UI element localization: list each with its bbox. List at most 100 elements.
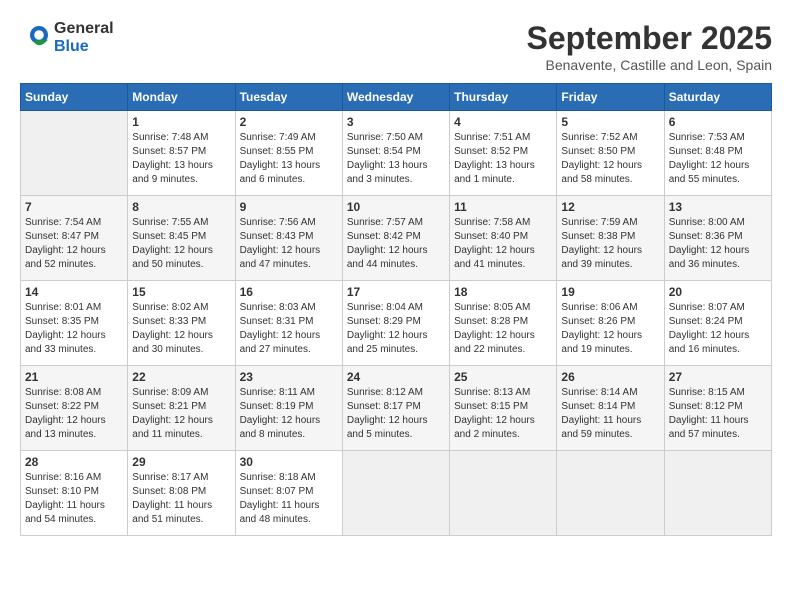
header-cell-sunday: Sunday	[21, 84, 128, 111]
day-number: 1	[132, 115, 230, 129]
day-info: Sunrise: 8:07 AM Sunset: 8:24 PM Dayligh…	[669, 301, 767, 357]
calendar-cell: 17 Sunrise: 8:04 AM Sunset: 8:29 PM Dayli…	[342, 281, 449, 366]
day-number: 16	[240, 285, 338, 299]
day-number: 3	[347, 115, 445, 129]
calendar-cell: 29 Sunrise: 8:17 AM Sunset: 8:08 PM Dayli…	[128, 451, 235, 536]
calendar-cell: 27Sunrise: 8:15 AM Sunset: 8:12 PM Dayli…	[664, 366, 771, 451]
calendar-cell	[342, 451, 449, 536]
calendar-cell: 6 Sunrise: 7:53 AM Sunset: 8:48 PM Daylig…	[664, 111, 771, 196]
calendar-cell: 22 Sunrise: 8:09 AM Sunset: 8:21 PM Dayli…	[128, 366, 235, 451]
day-info: Sunrise: 8:01 AM Sunset: 8:35 PM Dayligh…	[25, 301, 123, 357]
day-number: 14	[25, 285, 123, 299]
day-info: Sunrise: 8:17 AM Sunset: 8:08 PM Dayligh…	[132, 471, 230, 527]
day-info: Sunrise: 7:55 AM Sunset: 8:45 PM Dayligh…	[132, 216, 230, 272]
day-number: 22	[132, 370, 230, 384]
day-number: 25	[454, 370, 552, 384]
calendar-cell: 14 Sunrise: 8:01 AM Sunset: 8:35 PM Dayli…	[21, 281, 128, 366]
calendar-cell: 16 Sunrise: 8:03 AM Sunset: 8:31 PM Dayli…	[235, 281, 342, 366]
calendar-cell: 9Sunrise: 7:56 AM Sunset: 8:43 PM Daylig…	[235, 196, 342, 281]
header-row: SundayMondayTuesdayWednesdayThursdayFrid…	[21, 84, 772, 111]
page-header: General Blue September 2025 Benavente, C…	[20, 20, 772, 73]
calendar-cell: 11 Sunrise: 7:58 AM Sunset: 8:40 PM Dayli…	[450, 196, 557, 281]
day-info: Sunrise: 8:08 AM Sunset: 8:22 PM Dayligh…	[25, 386, 123, 442]
logo: General Blue	[20, 20, 114, 55]
calendar-cell: 10Sunrise: 7:57 AM Sunset: 8:42 PM Dayli…	[342, 196, 449, 281]
day-info: Sunrise: 8:14 AM Sunset: 8:14 PM Dayligh…	[561, 386, 659, 442]
calendar-cell	[450, 451, 557, 536]
calendar-header: SundayMondayTuesdayWednesdayThursdayFrid…	[21, 84, 772, 111]
calendar-cell: 7Sunrise: 7:54 AM Sunset: 8:47 PM Daylig…	[21, 196, 128, 281]
calendar-cell	[557, 451, 664, 536]
calendar-row-0: 1 Sunrise: 7:48 AM Sunset: 8:57 PM Daylig…	[21, 111, 772, 196]
header-cell-wednesday: Wednesday	[342, 84, 449, 111]
day-info: Sunrise: 8:00 AM Sunset: 8:36 PM Dayligh…	[669, 216, 767, 272]
day-info: Sunrise: 8:06 AM Sunset: 8:26 PM Dayligh…	[561, 301, 659, 357]
calendar-title: September 2025	[527, 20, 772, 57]
calendar-row-1: 7Sunrise: 7:54 AM Sunset: 8:47 PM Daylig…	[21, 196, 772, 281]
day-number: 6	[669, 115, 767, 129]
day-info: Sunrise: 7:58 AM Sunset: 8:40 PM Dayligh…	[454, 216, 552, 272]
day-number: 7	[25, 200, 123, 214]
header-cell-tuesday: Tuesday	[235, 84, 342, 111]
calendar-cell	[664, 451, 771, 536]
day-info: Sunrise: 8:05 AM Sunset: 8:28 PM Dayligh…	[454, 301, 552, 357]
day-info: Sunrise: 7:49 AM Sunset: 8:55 PM Dayligh…	[240, 131, 338, 187]
day-number: 5	[561, 115, 659, 129]
day-info: Sunrise: 7:53 AM Sunset: 8:48 PM Dayligh…	[669, 131, 767, 187]
day-info: Sunrise: 7:48 AM Sunset: 8:57 PM Dayligh…	[132, 131, 230, 187]
day-number: 18	[454, 285, 552, 299]
calendar-body: 1 Sunrise: 7:48 AM Sunset: 8:57 PM Daylig…	[21, 111, 772, 536]
calendar-cell: 15 Sunrise: 8:02 AM Sunset: 8:33 PM Dayli…	[128, 281, 235, 366]
day-number: 17	[347, 285, 445, 299]
calendar-cell: 23Sunrise: 8:11 AM Sunset: 8:19 PM Dayli…	[235, 366, 342, 451]
day-number: 13	[669, 200, 767, 214]
calendar-table: SundayMondayTuesdayWednesdayThursdayFrid…	[20, 83, 772, 536]
day-info: Sunrise: 7:51 AM Sunset: 8:52 PM Dayligh…	[454, 131, 552, 187]
calendar-cell: 8 Sunrise: 7:55 AM Sunset: 8:45 PM Daylig…	[128, 196, 235, 281]
calendar-row-4: 28 Sunrise: 8:16 AM Sunset: 8:10 PM Dayli…	[21, 451, 772, 536]
day-number: 11	[454, 200, 552, 214]
calendar-cell: 4 Sunrise: 7:51 AM Sunset: 8:52 PM Daylig…	[450, 111, 557, 196]
day-info: Sunrise: 8:18 AM Sunset: 8:07 PM Dayligh…	[240, 471, 338, 527]
day-number: 4	[454, 115, 552, 129]
day-number: 15	[132, 285, 230, 299]
calendar-cell: 30Sunrise: 8:18 AM Sunset: 8:07 PM Dayli…	[235, 451, 342, 536]
calendar-cell: 21Sunrise: 8:08 AM Sunset: 8:22 PM Dayli…	[21, 366, 128, 451]
calendar-cell: 24 Sunrise: 8:12 AM Sunset: 8:17 PM Dayli…	[342, 366, 449, 451]
calendar-cell: 26 Sunrise: 8:14 AM Sunset: 8:14 PM Dayli…	[557, 366, 664, 451]
day-number: 8	[132, 200, 230, 214]
day-info: Sunrise: 8:02 AM Sunset: 8:33 PM Dayligh…	[132, 301, 230, 357]
day-info: Sunrise: 8:03 AM Sunset: 8:31 PM Dayligh…	[240, 301, 338, 357]
calendar-cell: 5Sunrise: 7:52 AM Sunset: 8:50 PM Daylig…	[557, 111, 664, 196]
title-section: September 2025 Benavente, Castille and L…	[527, 20, 772, 73]
day-info: Sunrise: 8:04 AM Sunset: 8:29 PM Dayligh…	[347, 301, 445, 357]
logo-general-text: General	[54, 20, 114, 38]
logo-blue-text: Blue	[54, 38, 114, 56]
day-number: 19	[561, 285, 659, 299]
header-cell-monday: Monday	[128, 84, 235, 111]
header-cell-thursday: Thursday	[450, 84, 557, 111]
day-info: Sunrise: 8:11 AM Sunset: 8:19 PM Dayligh…	[240, 386, 338, 442]
day-number: 27	[669, 370, 767, 384]
day-number: 26	[561, 370, 659, 384]
calendar-cell: 2Sunrise: 7:49 AM Sunset: 8:55 PM Daylig…	[235, 111, 342, 196]
day-number: 20	[669, 285, 767, 299]
day-number: 24	[347, 370, 445, 384]
day-info: Sunrise: 8:12 AM Sunset: 8:17 PM Dayligh…	[347, 386, 445, 442]
day-number: 9	[240, 200, 338, 214]
calendar-cell	[21, 111, 128, 196]
day-info: Sunrise: 8:13 AM Sunset: 8:15 PM Dayligh…	[454, 386, 552, 442]
calendar-cell: 20 Sunrise: 8:07 AM Sunset: 8:24 PM Dayli…	[664, 281, 771, 366]
calendar-cell: 28 Sunrise: 8:16 AM Sunset: 8:10 PM Dayli…	[21, 451, 128, 536]
calendar-row-3: 21Sunrise: 8:08 AM Sunset: 8:22 PM Dayli…	[21, 366, 772, 451]
day-number: 10	[347, 200, 445, 214]
calendar-cell: 25 Sunrise: 8:13 AM Sunset: 8:15 PM Dayli…	[450, 366, 557, 451]
calendar-cell: 12Sunrise: 7:59 AM Sunset: 8:38 PM Dayli…	[557, 196, 664, 281]
day-info: Sunrise: 8:16 AM Sunset: 8:10 PM Dayligh…	[25, 471, 123, 527]
calendar-cell: 3Sunrise: 7:50 AM Sunset: 8:54 PM Daylig…	[342, 111, 449, 196]
day-info: Sunrise: 8:09 AM Sunset: 8:21 PM Dayligh…	[132, 386, 230, 442]
day-number: 29	[132, 455, 230, 469]
day-number: 28	[25, 455, 123, 469]
logo-icon	[24, 23, 54, 53]
calendar-cell: 13 Sunrise: 8:00 AM Sunset: 8:36 PM Dayli…	[664, 196, 771, 281]
